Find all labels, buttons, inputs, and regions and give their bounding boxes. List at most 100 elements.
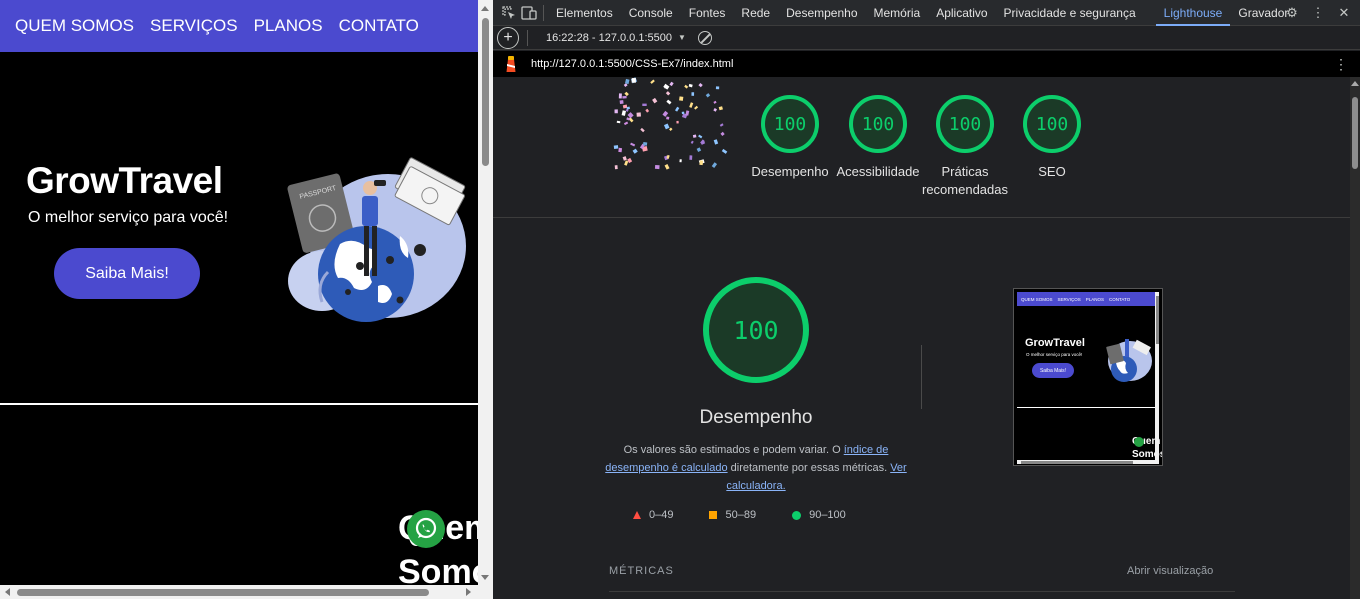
metrics-heading: MÉTRICAS <box>609 565 674 577</box>
confetti-piece <box>652 97 658 104</box>
new-report-icon[interactable]: + <box>497 26 519 49</box>
scroll-down-arrow-icon[interactable] <box>481 575 489 580</box>
confetti-piece <box>663 83 670 90</box>
confetti-piece <box>689 155 693 160</box>
confetti-piece <box>679 96 684 101</box>
confetti-piece <box>690 140 694 144</box>
clear-all-icon[interactable] <box>697 30 712 45</box>
confetti-piece <box>679 159 682 163</box>
main-score-gauge: 100 <box>703 277 809 383</box>
device-toolbar-icon[interactable] <box>519 0 539 26</box>
confetti-piece <box>691 92 695 96</box>
confetti-piece <box>698 82 703 88</box>
thumb-title: GrowTravel <box>1025 337 1085 349</box>
nav-link-servicos[interactable]: SERVIÇOS <box>150 16 238 36</box>
final-screenshot-thumbnail[interactable]: QUEM SOMOS SERVIÇOS PLANOS CONTATO GrowT… <box>1013 288 1163 466</box>
confetti-piece <box>616 120 621 124</box>
report-selector[interactable]: 16:22:28 - 127.0.0.1:5500 <box>546 32 672 44</box>
confetti-piece <box>664 163 670 170</box>
tab-lighthouse[interactable]: Lighthouse <box>1155 0 1231 26</box>
tab-aplicativo[interactable]: Aplicativo <box>928 0 995 26</box>
tab-fontes[interactable]: Fontes <box>681 0 734 26</box>
nav-link-quem-somos[interactable]: QUEM SOMOS <box>15 16 134 36</box>
confetti-piece <box>666 99 672 105</box>
confetti-piece <box>718 106 723 111</box>
hero-section: GrowTravel O melhor serviço para você! S… <box>0 52 478 404</box>
saiba-mais-button[interactable]: Saiba Mais! <box>54 248 200 299</box>
score-gauge-desempenho[interactable]: 100 Desempenho <box>747 95 833 181</box>
confetti-piece <box>666 116 670 120</box>
hero-title: GrowTravel <box>26 160 223 201</box>
close-devtools-icon[interactable]: ✕ <box>1334 0 1354 26</box>
confetti-piece <box>621 110 627 116</box>
confetti-piece <box>624 160 629 166</box>
metrics-separator <box>609 591 1235 592</box>
nav-link-planos[interactable]: PLANOS <box>254 16 323 36</box>
thumb-whatsapp-icon <box>1134 437 1144 447</box>
confetti-piece <box>631 78 636 83</box>
confetti-piece <box>705 93 711 98</box>
metrics-view-toggle[interactable]: Abrir visualização <box>1127 565 1213 577</box>
confetti-piece <box>614 109 618 114</box>
score-value: 100 <box>849 95 907 153</box>
vertical-scrollbar[interactable] <box>478 0 493 599</box>
confetti-piece <box>650 79 655 84</box>
travel-illustration: PASSPORT <box>287 157 466 322</box>
report-url[interactable]: http://127.0.0.1:5500/CSS-Ex7/index.html <box>531 58 733 70</box>
scroll-right-arrow-icon[interactable] <box>466 588 471 596</box>
horizontal-scrollbar[interactable] <box>0 585 478 599</box>
desc-text: Os valores são estimados e podem variar.… <box>623 444 844 456</box>
average-square-icon <box>709 511 718 519</box>
tab-desempenho[interactable]: Desempenho <box>778 0 865 26</box>
tab-console[interactable]: Console <box>621 0 681 26</box>
confetti-piece <box>688 83 693 88</box>
confetti-piece <box>713 100 717 104</box>
whatsapp-icon[interactable] <box>407 510 445 548</box>
tab-memoria[interactable]: Memória <box>866 0 929 26</box>
confetti-piece <box>699 160 704 166</box>
confetti-piece <box>696 147 702 152</box>
settings-gear-icon[interactable]: ⚙ <box>1282 0 1302 26</box>
devtools-scrollbar[interactable] <box>1350 77 1360 599</box>
horizontal-scroll-thumb[interactable] <box>17 589 429 596</box>
tab-rede[interactable]: Rede <box>733 0 778 26</box>
report-url-bar: http://127.0.0.1:5500/CSS-Ex7/index.html… <box>493 51 1360 77</box>
more-options-icon[interactable]: ⋮ <box>1308 0 1328 26</box>
url-menu-icon[interactable]: ⋮ <box>1334 56 1348 73</box>
confetti-piece <box>627 112 634 119</box>
confetti-piece <box>668 127 673 132</box>
scroll-up-arrow-icon[interactable] <box>481 6 489 11</box>
scroll-up-arrow-icon[interactable] <box>1351 81 1359 86</box>
inspect-element-icon[interactable] <box>499 0 519 26</box>
legend-fail: 0–49 <box>633 509 673 521</box>
devtools-scroll-thumb[interactable] <box>1352 97 1358 169</box>
thumb-nav-item: CONTATO <box>1108 296 1131 302</box>
confetti-piece <box>622 95 627 99</box>
confetti-piece <box>713 108 718 112</box>
thumb-hscrollbar <box>1017 460 1155 464</box>
thumb-scrollbar <box>1155 292 1159 464</box>
score-value: 100 <box>936 95 994 153</box>
confetti-piece <box>719 123 724 127</box>
confetti-piece <box>618 147 623 153</box>
score-gauge-seo[interactable]: 100 SEO <box>1009 95 1095 181</box>
chevron-down-icon[interactable]: ▼ <box>678 33 686 42</box>
toolbar-separator <box>543 4 544 21</box>
confetti-piece <box>666 154 670 159</box>
nav-link-contato[interactable]: CONTATO <box>339 16 419 36</box>
confetti-piece <box>623 83 628 88</box>
confetti-piece <box>665 91 671 96</box>
confetti-piece <box>676 120 679 124</box>
vertical-scroll-thumb[interactable] <box>482 18 489 166</box>
tab-elementos[interactable]: Elementos <box>548 0 621 26</box>
confetti-piece <box>689 102 694 108</box>
score-gauge-praticas[interactable]: 100 Práticas recomendadas <box>922 95 1008 199</box>
vertical-separator <box>921 345 922 409</box>
confetti-piece <box>711 162 718 168</box>
tab-privacidade[interactable]: Privacidade e segurança <box>996 0 1144 26</box>
legend-label: 0–49 <box>649 509 674 521</box>
scroll-left-arrow-icon[interactable] <box>5 588 10 596</box>
confetti-piece <box>614 165 618 170</box>
confetti-piece <box>624 91 629 97</box>
score-gauge-acessibilidade[interactable]: 100 Acessibilidade <box>835 95 921 181</box>
